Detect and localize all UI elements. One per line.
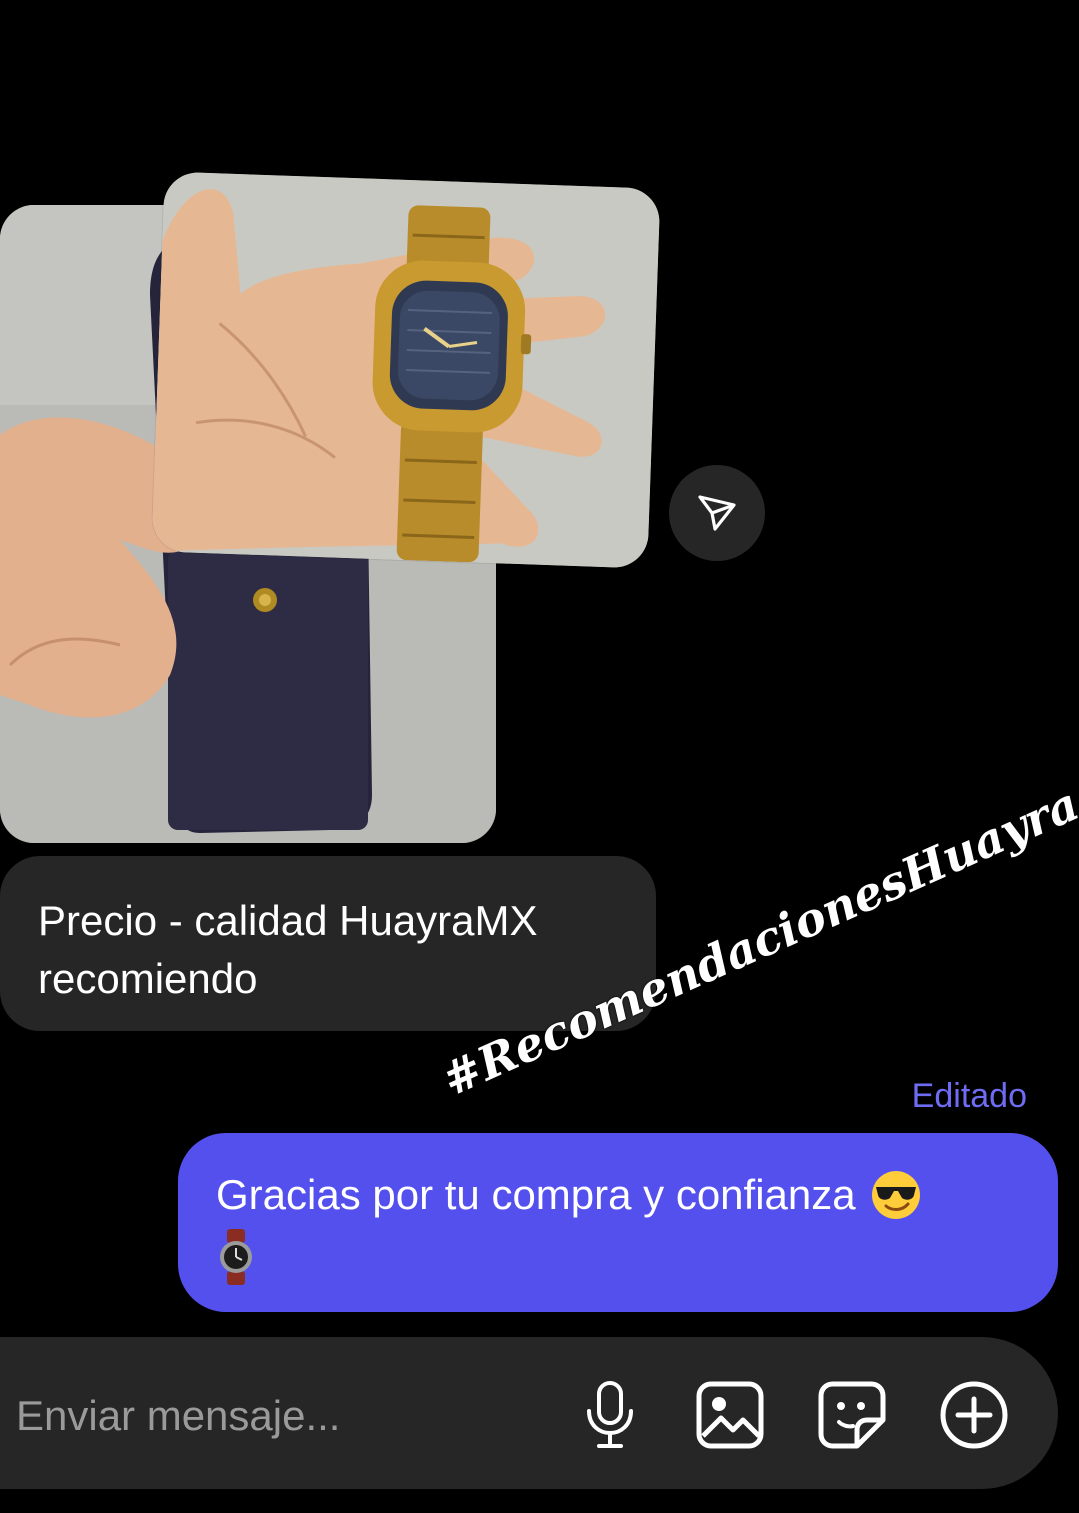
image-icon bbox=[696, 1381, 764, 1449]
edited-label: Editado bbox=[911, 1077, 1027, 1115]
watch-photo-image bbox=[151, 171, 661, 569]
watch-emoji-icon bbox=[220, 1229, 252, 1285]
plus-circle-icon bbox=[940, 1381, 1008, 1449]
received-message-line-2: recomiendo bbox=[38, 955, 258, 1002]
microphone-icon bbox=[587, 1381, 633, 1448]
sticker-button[interactable] bbox=[814, 1377, 890, 1453]
sent-message-bubble[interactable]: Gracias por tu compra y confianza bbox=[178, 1133, 1058, 1312]
shared-photo-watch[interactable] bbox=[151, 171, 661, 569]
message-input[interactable] bbox=[14, 1385, 538, 1447]
paper-plane-icon bbox=[698, 495, 736, 531]
microphone-button[interactable] bbox=[572, 1377, 648, 1453]
share-button[interactable] bbox=[669, 465, 765, 561]
received-message-line-1: Precio - calidad HuayraMX bbox=[38, 897, 538, 944]
gallery-button[interactable] bbox=[692, 1377, 768, 1453]
sent-message-text: Gracias por tu compra y confianza bbox=[216, 1171, 856, 1218]
sticker-icon bbox=[818, 1381, 886, 1449]
add-button[interactable] bbox=[936, 1377, 1012, 1453]
message-composer bbox=[0, 1337, 1058, 1489]
sunglasses-emoji-icon bbox=[871, 1171, 920, 1219]
